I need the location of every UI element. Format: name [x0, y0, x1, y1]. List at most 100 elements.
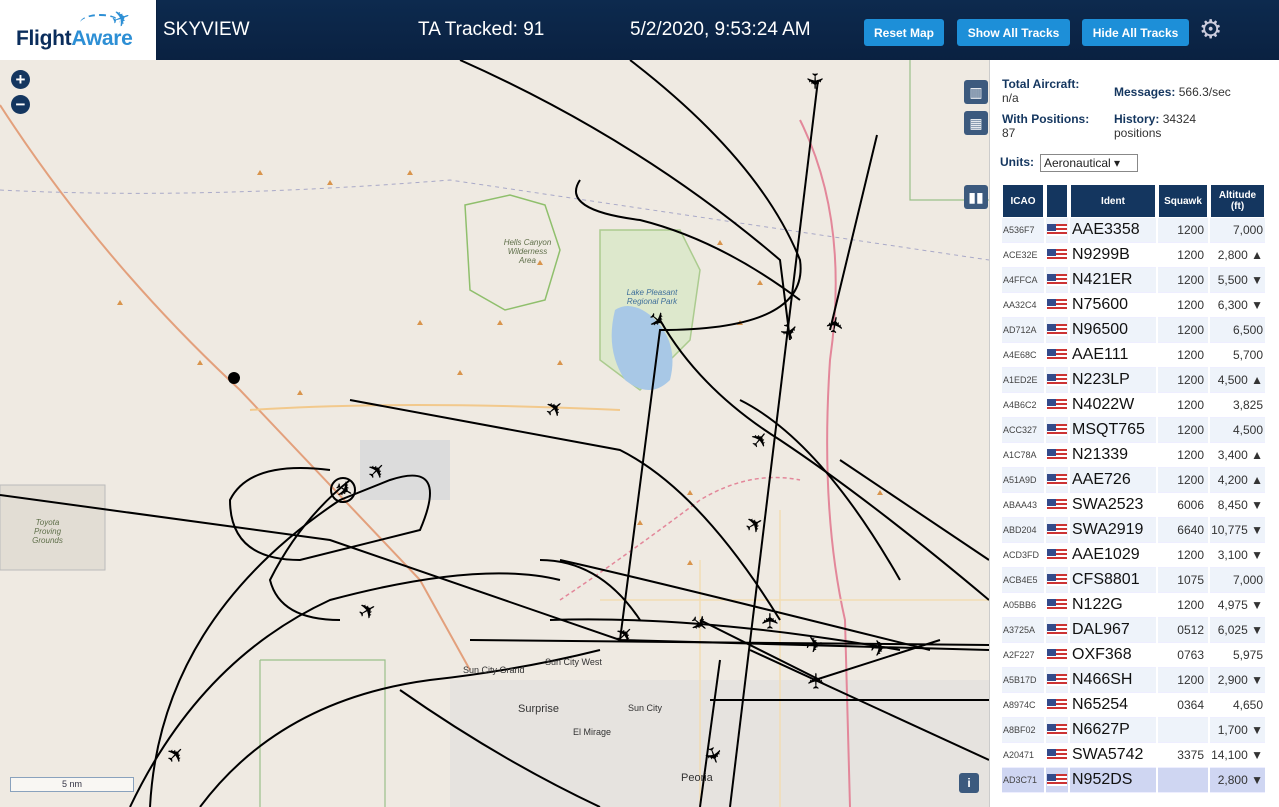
surprise-label: Surprise [518, 703, 559, 715]
us-flag-icon [1046, 293, 1068, 318]
show-all-tracks-button[interactable]: Show All Tracks [957, 19, 1070, 46]
table-row[interactable]: ACD3FD AAE1029 1200 3,100 ▼ [1002, 543, 1265, 568]
icao-cell: A1C78A [1002, 443, 1044, 468]
us-flag-icon [1046, 443, 1068, 468]
table-row[interactable]: A8BF02 N6627P 1,700 ▼ [1002, 718, 1265, 743]
icao-cell: AD712A [1002, 318, 1044, 343]
us-flag-icon [1046, 243, 1068, 268]
ident-cell: N466SH [1070, 668, 1156, 693]
sun-city-label: Sun City [628, 703, 663, 713]
table-row[interactable]: ACB4E5 CFS8801 1075 7,000 [1002, 568, 1265, 593]
us-flag-icon [1046, 368, 1068, 393]
info-icon[interactable]: i [959, 773, 979, 793]
gear-icon[interactable]: ⚙ [1199, 14, 1222, 45]
table-row[interactable]: A4E68C AAE111 1200 5,700 [1002, 343, 1265, 368]
altitude-trend-icon: ▼ [1251, 598, 1263, 612]
history-stat: History: 34324 positions [1114, 112, 1197, 140]
altitude-cell: 3,825 [1210, 393, 1265, 418]
peoria-label: Peoria [681, 772, 713, 784]
table-row[interactable]: A2F227 OXF368 0763 5,975 [1002, 643, 1265, 668]
map-icon[interactable]: ▥ [964, 80, 988, 104]
units-select[interactable]: Aeronautical ▾ [1040, 154, 1138, 172]
grid-icon[interactable]: ▦ [964, 111, 988, 135]
column-header-squawk[interactable]: Squawk [1158, 184, 1208, 218]
table-row[interactable]: A1C78A N21339 1200 3,400 ▲ [1002, 443, 1265, 468]
map-view[interactable]: ✈ ✈ ✈ ✈ ✈ ✈ ✈ ✈ ✈ ✈ ✈ ✈ ✈ ✈ ✈ ✈ ✈ ✈ Hell… [0, 60, 989, 807]
us-flag-icon [1046, 593, 1068, 618]
table-row[interactable]: A536F7 AAE3358 1200 7,000 [1002, 218, 1265, 243]
column-header-altitude[interactable]: Altitude (ft) [1210, 184, 1265, 218]
altitude-trend-icon: ▼ [1251, 673, 1263, 687]
squawk-cell: 1200 [1158, 218, 1208, 243]
table-row[interactable]: ACC327 MSQT765 1200 4,500 [1002, 418, 1265, 443]
column-header-icao[interactable]: ICAO [1002, 184, 1044, 218]
squawk-cell: 6640 [1158, 518, 1208, 543]
squawk-cell: 3375 [1158, 743, 1208, 768]
squawk-cell: 1200 [1158, 268, 1208, 293]
altitude-cell: 7,000 [1210, 568, 1265, 593]
table-row[interactable]: A5B17D N466SH 1200 2,900 ▼ [1002, 668, 1265, 693]
squawk-cell: 1200 [1158, 543, 1208, 568]
ident-cell: N4022W [1070, 393, 1156, 418]
map-canvas[interactable]: ✈ ✈ ✈ ✈ ✈ ✈ ✈ ✈ ✈ ✈ ✈ ✈ ✈ ✈ ✈ ✈ ✈ ✈ [0, 60, 989, 807]
squawk-cell: 0364 [1158, 693, 1208, 718]
aircraft-icon: ✈ [801, 72, 826, 90]
flightaware-logo[interactable]: ✈ FlightAware [0, 0, 157, 60]
us-flag-icon [1046, 393, 1068, 418]
tracked-count: TA Tracked: 91 [418, 19, 545, 40]
icao-cell: A05BB6 [1002, 593, 1044, 618]
altitude-cell: 4,975 ▼ [1210, 593, 1265, 618]
icao-cell: ABD204 [1002, 518, 1044, 543]
altitude-trend-icon: ▼ [1251, 723, 1263, 737]
zoom-out-button[interactable]: − [11, 95, 30, 114]
ident-cell: SWA2523 [1070, 493, 1156, 518]
table-row[interactable]: AD712A N96500 1200 6,500 [1002, 318, 1265, 343]
altitude-trend-icon: ▼ [1251, 523, 1263, 537]
icao-cell: ABAA43 [1002, 493, 1044, 518]
current-datetime: 5/2/2020, 9:53:24 AM [630, 19, 811, 40]
ident-cell: CFS8801 [1070, 568, 1156, 593]
zoom-in-button[interactable]: + [11, 70, 30, 89]
columns-icon[interactable]: ▮▮ [964, 185, 988, 209]
altitude-cell: 4,200 ▲ [1210, 468, 1265, 493]
app-title: SKYVIEW [163, 19, 250, 40]
ident-cell: AAE726 [1070, 468, 1156, 493]
reset-map-button[interactable]: Reset Map [864, 19, 944, 46]
table-row[interactable]: ABAA43 SWA2523 6006 8,450 ▼ [1002, 493, 1265, 518]
table-row[interactable]: A1ED2E N223LP 1200 4,500 ▲ [1002, 368, 1265, 393]
altitude-cell: 5,975 [1210, 643, 1265, 668]
top-bar: ✈ FlightAware SKYVIEW TA Tracked: 91 5/2… [0, 0, 1279, 60]
table-row[interactable]: A4B6C2 N4022W 1200 3,825 [1002, 393, 1265, 418]
icao-cell: A51A9D [1002, 468, 1044, 493]
ident-cell: MSQT765 [1070, 418, 1156, 443]
aircraft-icon: ✈ [683, 609, 713, 640]
aircraft-panel: Total Aircraft: n/a Messages: 566.3/sec W… [989, 60, 1279, 807]
squawk-cell: 1200 [1158, 468, 1208, 493]
aircraft-icon: ✈ [773, 319, 803, 345]
table-row[interactable]: A3725A DAL967 0512 6,025 ▼ [1002, 618, 1265, 643]
units-label: Units: [1000, 155, 1034, 169]
column-header-ident[interactable]: Ident [1070, 184, 1156, 218]
us-flag-icon [1046, 693, 1068, 718]
table-row[interactable]: A05BB6 N122G 1200 4,975 ▼ [1002, 593, 1265, 618]
table-row[interactable]: ABD204 SWA2919 6640 10,775 ▼ [1002, 518, 1265, 543]
table-row[interactable]: AA32C4 N75600 1200 6,300 ▼ [1002, 293, 1265, 318]
altitude-cell: 7,000 [1210, 218, 1265, 243]
table-row[interactable]: ACE32E N9299B 1200 2,800 ▲ [1002, 243, 1265, 268]
altitude-cell: 4,650 [1210, 693, 1265, 718]
table-row[interactable]: A4FFCA N421ER 1200 5,500 ▼ [1002, 268, 1265, 293]
table-row[interactable]: A20471 SWA5742 3375 14,100 ▼ [1002, 743, 1265, 768]
ident-cell: N65254 [1070, 693, 1156, 718]
altitude-cell: 6,300 ▼ [1210, 293, 1265, 318]
hide-all-tracks-button[interactable]: Hide All Tracks [1082, 19, 1189, 46]
altitude-cell: 10,775 ▼ [1210, 518, 1265, 543]
icao-cell: A1ED2E [1002, 368, 1044, 393]
us-flag-icon [1046, 743, 1068, 768]
altitude-cell: 4,500 ▲ [1210, 368, 1265, 393]
altitude-cell: 5,500 ▼ [1210, 268, 1265, 293]
table-row[interactable]: A51A9D AAE726 1200 4,200 ▲ [1002, 468, 1265, 493]
table-row[interactable]: AD3C71 N952DS 2,800 ▼ [1002, 768, 1265, 793]
table-row[interactable]: A8974C N65254 0364 4,650 [1002, 693, 1265, 718]
icao-cell: A4B6C2 [1002, 393, 1044, 418]
icao-cell: A536F7 [1002, 218, 1044, 243]
